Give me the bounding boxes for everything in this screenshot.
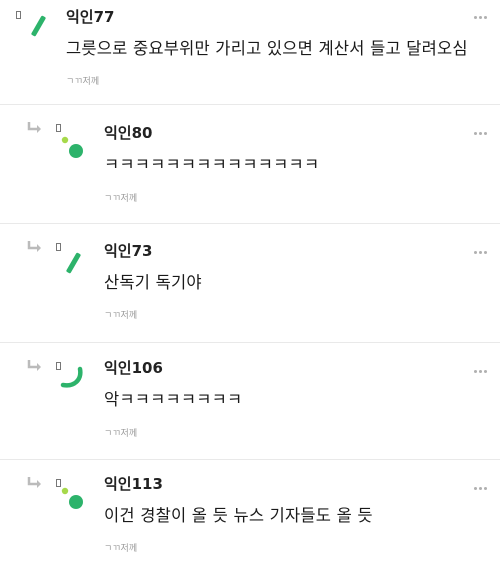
comment-text: 산독기 독기야 xyxy=(104,273,202,292)
comment-nickname[interactable]: 익인73 xyxy=(104,240,152,261)
more-options-icon[interactable] xyxy=(474,370,488,374)
comment-footer: ㄱㄲ저께 xyxy=(104,194,138,204)
comment-item: 익인106 악ㅋㅋㅋㅋㅋㅋㅋㅋ ㄱㄲ저께 xyxy=(0,343,500,459)
comment-text: 그릇으로 중요부위만 가리고 있으면 계산서 들고 달려오심 xyxy=(66,39,468,58)
comment-text: 이건 경찰이 올 듯 뉴스 기자들도 올 듯 xyxy=(104,506,373,525)
more-options-icon[interactable] xyxy=(474,132,488,136)
green-arc-icon xyxy=(60,366,83,388)
comment-nickname[interactable]: 익인77 xyxy=(66,6,114,27)
comment-footer: ㄱㄲ저께 xyxy=(104,429,138,439)
comment-item: 익인80 ㅋㅋㅋㅋㅋㅋㅋㅋㅋㅋㅋㅋㅋㅋ ㄱㄲ저께 xyxy=(0,105,500,223)
green-bar-icon xyxy=(66,252,81,274)
comment-footer: ㄱㄲ저께 xyxy=(66,77,100,87)
reply-arrow-icon xyxy=(27,122,41,133)
reply-arrow-icon xyxy=(27,360,41,371)
more-options-icon[interactable] xyxy=(474,16,488,20)
comment-nickname[interactable]: 익인106 xyxy=(104,357,163,378)
reply-arrow-icon xyxy=(27,477,41,488)
comment-text: ㅋㅋㅋㅋㅋㅋㅋㅋㅋㅋㅋㅋㅋㅋ xyxy=(104,155,320,174)
green-bar-icon xyxy=(31,15,46,37)
green-dots-icon xyxy=(61,487,83,509)
small-box-icon xyxy=(56,124,61,132)
more-options-icon[interactable] xyxy=(474,251,488,255)
green-dots-icon xyxy=(61,136,83,158)
more-options-icon[interactable] xyxy=(474,487,488,491)
comment-item: 익인73 산독기 독기야 ㄱㄲ저께 xyxy=(0,224,500,342)
comment-nickname[interactable]: 익인113 xyxy=(104,473,163,494)
small-box-icon xyxy=(16,11,21,19)
comment-footer: ㄱㄲ저께 xyxy=(104,544,138,554)
comment-footer: ㄱㄲ저께 xyxy=(104,311,138,321)
comment-text: 악ㅋㅋㅋㅋㅋㅋㅋㅋ xyxy=(104,390,243,409)
comment-item: 익인113 이건 경찰이 올 듯 뉴스 기자들도 올 듯 ㄱㄲ저께 xyxy=(0,460,500,570)
small-box-icon xyxy=(56,243,61,251)
reply-arrow-icon xyxy=(27,241,41,252)
comment-item: 익인77 그릇으로 중요부위만 가리고 있으면 계산서 들고 달려오심 ㄱㄲ저께 xyxy=(0,0,500,104)
comment-nickname[interactable]: 익인80 xyxy=(104,122,152,143)
